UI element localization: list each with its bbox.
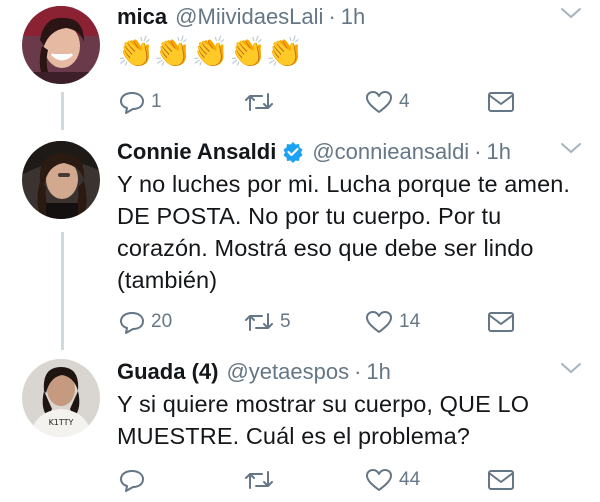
separator: · [354,359,362,384]
display-name[interactable]: mica [117,4,167,30]
reply-count: 20 [151,311,173,332]
reply-button[interactable] [119,465,151,495]
avatar-image: K1TTY [22,359,100,437]
like-count: 14 [399,311,421,332]
timestamp[interactable]: 1h [487,139,511,165]
like-count: 44 [399,469,421,490]
reply-count: 1 [151,91,162,112]
retweet-count: 5 [280,311,291,332]
chevron-down-icon[interactable] [560,6,582,20]
avatar-image [22,6,100,84]
verified-badge-icon [282,141,304,163]
direct-message-button[interactable] [487,465,515,495]
tweet-header: Guada (4) @yetaespos · 1h [117,357,391,387]
retweet-button[interactable] [244,87,280,117]
tweet[interactable]: mica @MiividaesLali · 1h 👏👏👏👏👏 1 4 [0,0,600,125]
username[interactable]: @connieansaldi [312,139,469,165]
direct-message-button[interactable] [487,87,515,117]
like-button[interactable]: 4 [365,87,410,117]
tweet-text: Y si quiere mostrar su cuerpo, QUE LO MU… [117,391,530,449]
chevron-down-icon[interactable] [560,141,582,155]
username[interactable]: @yetaespos [226,359,349,385]
tweet-header: mica @MiividaesLali · 1h [117,2,365,32]
retweet-button[interactable] [244,465,280,495]
like-button[interactable]: 44 [365,465,420,495]
heart-icon [366,311,392,333]
avatar[interactable] [22,6,100,84]
tweet-text: 👏👏👏👏👏 [117,36,304,70]
like-button[interactable]: 14 [365,307,420,337]
tweet[interactable]: K1TTY Guada (4) @yetaespos · 1h Y si qui… [0,355,600,502]
timestamp[interactable]: 1h [366,359,390,385]
tweet-text: Y no luches por mi. Lucha porque te amen… [117,171,571,293]
heart-icon [366,91,392,113]
display-name[interactable]: Connie Ansaldi [117,139,276,165]
separator: · [328,4,336,29]
heart-icon [366,469,392,491]
reply-icon [120,312,144,334]
reply-icon [120,470,144,492]
tweet-actions: 20 5 14 [117,307,517,337]
retweet-icon [245,93,273,111]
timestamp[interactable]: 1h [341,4,365,30]
avatar[interactable]: K1TTY [22,359,100,437]
username[interactable]: @MiividaesLali [175,4,323,30]
direct-message-icon [488,312,514,332]
tweet[interactable]: Connie Ansaldi @connieansaldi · 1h Y no … [0,135,600,345]
retweet-icon [245,471,273,489]
chevron-down-icon[interactable] [560,361,582,375]
tweet-actions: 44 [117,465,517,495]
separator: · [474,139,482,164]
clapping-hands-emoji: 👏👏👏👏👏 [117,36,304,69]
tweet-actions: 1 4 [117,87,517,117]
like-count: 4 [399,91,410,112]
reply-icon [120,92,144,114]
avatar-image [22,141,100,219]
direct-message-button[interactable] [487,307,515,337]
display-name[interactable]: Guada (4) [117,359,218,385]
direct-message-icon [488,470,514,490]
tweet-header: Connie Ansaldi @connieansaldi · 1h [117,137,511,167]
direct-message-icon [488,92,514,112]
svg-text:K1TTY: K1TTY [49,418,74,427]
reply-button[interactable]: 1 [119,87,162,117]
retweet-button[interactable]: 5 [244,307,291,337]
avatar[interactable] [22,141,100,219]
reply-button[interactable]: 20 [119,307,172,337]
retweet-icon [245,313,273,331]
